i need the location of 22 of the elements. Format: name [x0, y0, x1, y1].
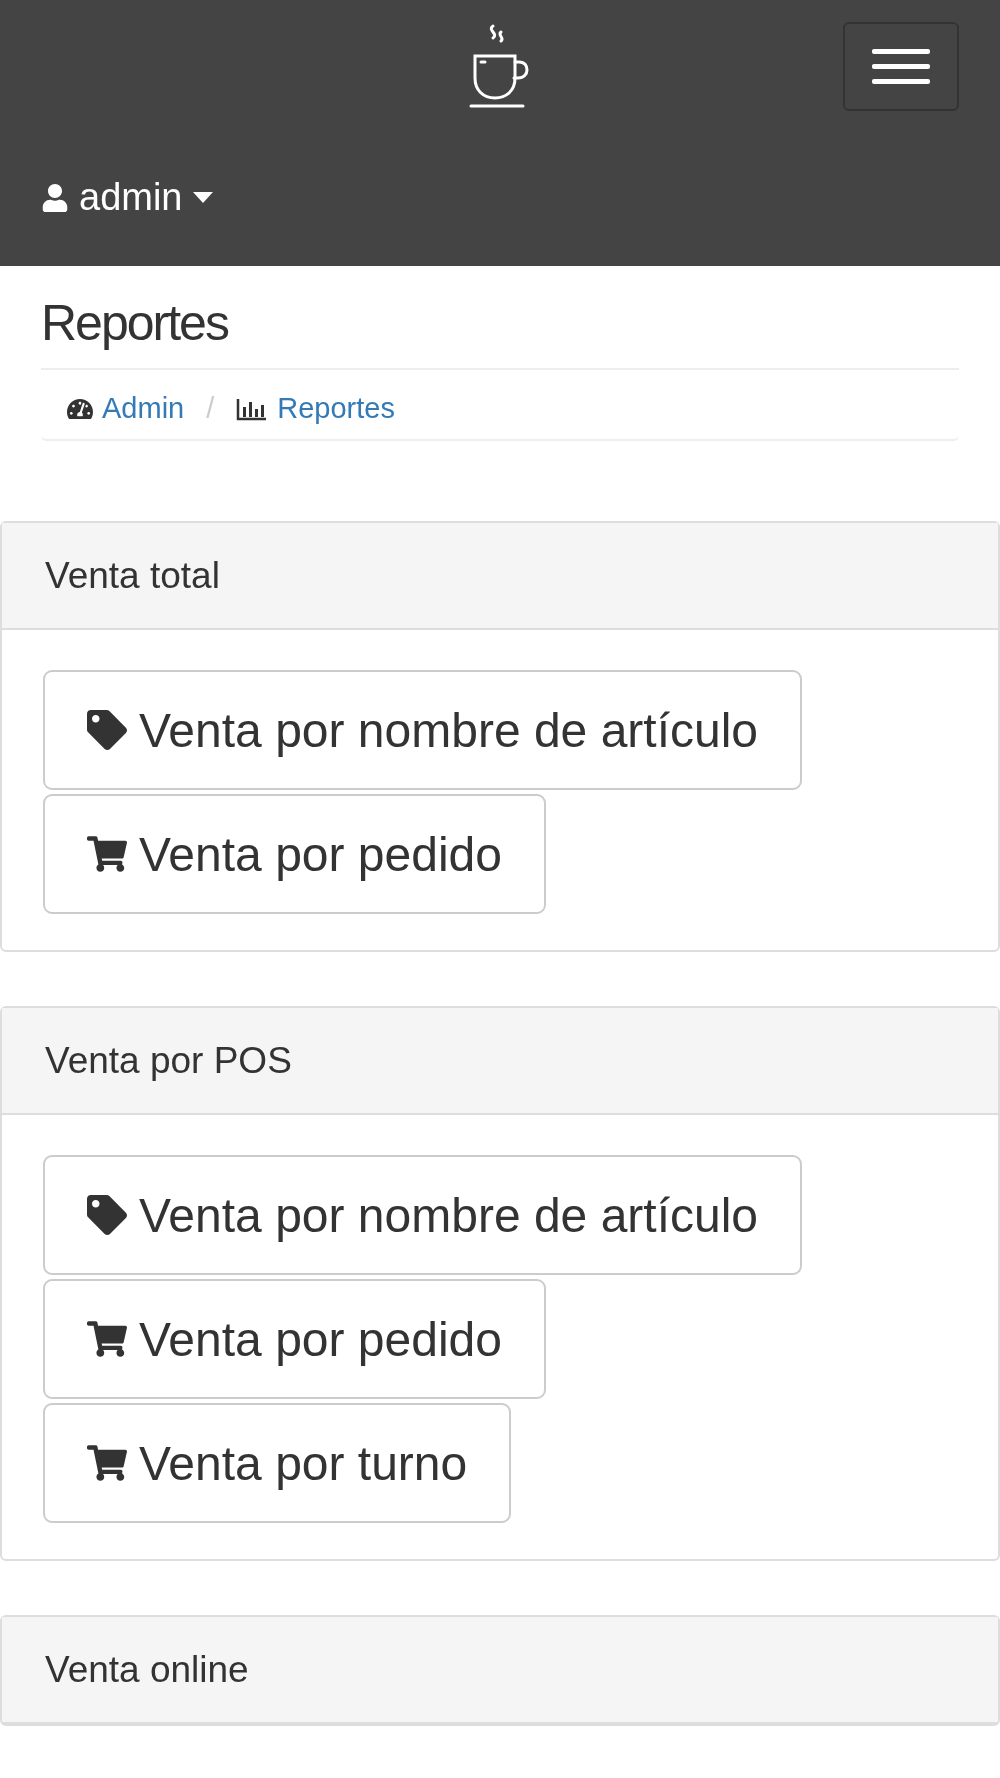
cart-icon [87, 1443, 127, 1483]
cart-icon [87, 834, 127, 874]
panel-heading: Venta total [2, 523, 998, 630]
page-title: Reportes [41, 266, 959, 370]
tag-icon [87, 1195, 127, 1235]
cart-icon [87, 1319, 127, 1359]
menu-button[interactable] [843, 22, 959, 111]
tag-icon [87, 710, 127, 750]
caret-icon [192, 192, 213, 203]
bar-chart-icon [236, 396, 269, 421]
report-button[interactable]: Venta por pedido [43, 1279, 546, 1399]
breadcrumb-link[interactable]: Admin [67, 392, 185, 425]
user-icon [41, 183, 69, 212]
panel-heading: Venta online [2, 1617, 998, 1724]
user-menu[interactable]: admin [41, 176, 213, 219]
panel-heading: Venta por POS [2, 1008, 998, 1115]
breadcrumb-link[interactable]: Reportes [236, 392, 395, 425]
report-button[interactable]: Venta por nombre de artículo [43, 670, 803, 790]
report-button[interactable]: Venta por turno [43, 1403, 512, 1523]
report-button[interactable]: Venta por pedido [43, 794, 546, 914]
report-button[interactable]: Venta por nombre de artículo [43, 1155, 803, 1275]
breadcrumb-separator: / [206, 392, 215, 425]
